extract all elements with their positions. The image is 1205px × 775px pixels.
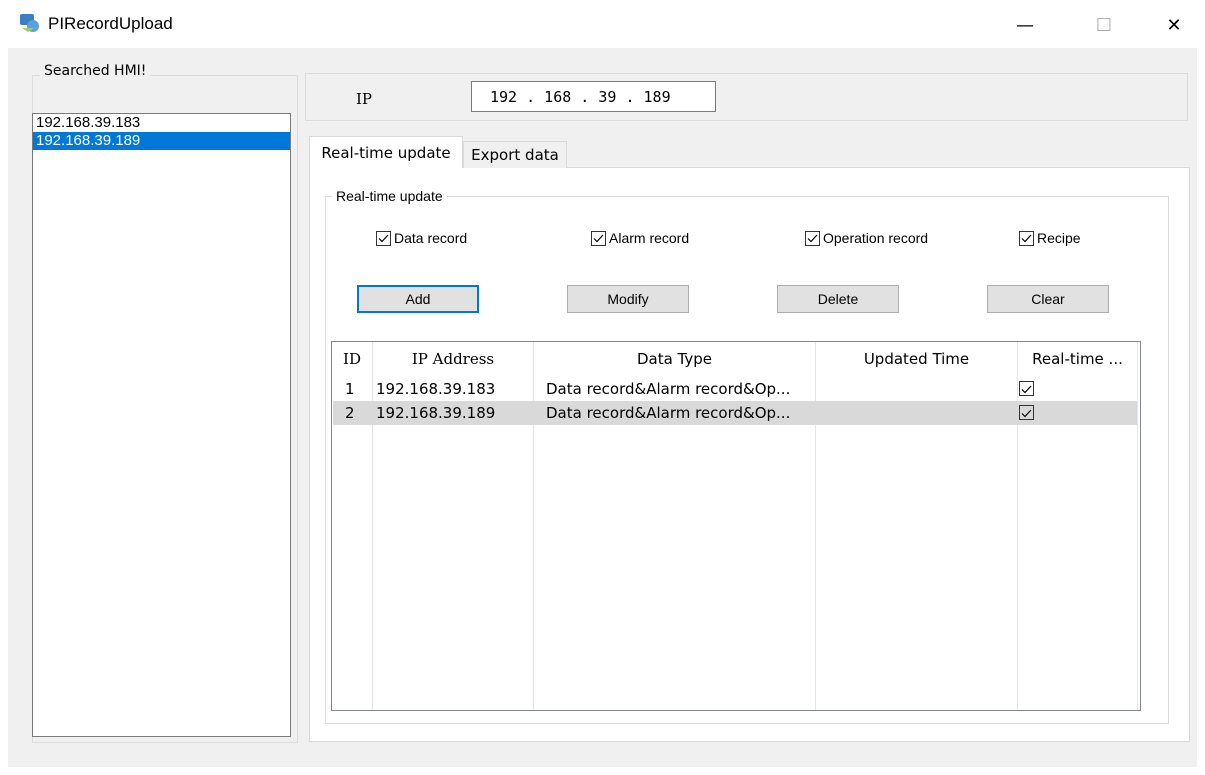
hmi-list-item[interactable]: 192.168.39.183 (33, 114, 290, 132)
data-record-label: Data record (394, 230, 468, 246)
maximize-button[interactable]: ☐ (1081, 8, 1127, 42)
close-icon: ✕ (1166, 14, 1182, 36)
real-time-update-group-label: Real-time update (332, 188, 447, 204)
header-real-time[interactable]: Real-time ... (1018, 342, 1137, 376)
checkbox-check-icon (591, 230, 606, 246)
recipe-checkbox[interactable]: Recipe (1019, 230, 1081, 246)
checkbox-check-icon (1019, 230, 1034, 246)
hmi-list-item-selected[interactable]: 192.168.39.189 (33, 132, 290, 150)
recipe-label: Recipe (1037, 230, 1081, 246)
alarm-record-checkbox[interactable]: Alarm record (591, 230, 689, 246)
header-updated-time[interactable]: Updated Time (816, 342, 1017, 376)
tab-export-data[interactable]: Export data (463, 141, 567, 168)
operation-record-label: Operation record (823, 230, 929, 246)
column-divider (1137, 342, 1138, 710)
header-ip-address[interactable]: IP Address (373, 342, 533, 376)
table-row[interactable]: 1 192.168.39.183 Data record&Alarm recor… (333, 377, 1137, 401)
ip-label: IP (356, 90, 373, 108)
operation-record-checkbox[interactable]: Operation record (805, 230, 928, 246)
alarm-record-label: Alarm record (609, 230, 690, 246)
close-button[interactable]: ✕ (1151, 8, 1197, 42)
ip-address-field[interactable]: 192 . 168 . 39 . 189 (471, 81, 716, 112)
app-icon (18, 12, 40, 34)
row-realtime-checkbox[interactable] (1019, 381, 1034, 396)
hmi-list[interactable]: 192.168.39.183 192.168.39.189 (32, 113, 291, 737)
checkbox-check-icon (805, 230, 820, 246)
row-ip: 192.168.39.189 (376, 404, 496, 422)
modify-button[interactable]: Modify (567, 285, 689, 313)
data-record-checkbox[interactable]: Data record (376, 230, 467, 246)
ip-panel (305, 73, 1188, 121)
header-id[interactable]: ID (332, 342, 372, 376)
maximize-icon: ☐ (1095, 14, 1113, 36)
title-bar: PIRecordUpload — ☐ ✕ (0, 0, 1205, 48)
row-data-type: Data record&Alarm record&Op... (546, 404, 791, 422)
delete-button[interactable]: Delete (777, 285, 899, 313)
minimize-button[interactable]: — (1002, 8, 1048, 42)
header-data-type[interactable]: Data Type (534, 342, 815, 376)
checkbox-check-icon (376, 230, 391, 246)
tab-real-time-update[interactable]: Real-time update (309, 136, 463, 168)
searched-hmi-label: Searched HMI! (40, 63, 151, 79)
clear-button[interactable]: Clear (987, 285, 1109, 313)
row-id: 2 (345, 404, 355, 422)
table-row[interactable]: 2 192.168.39.189 Data record&Alarm recor… (333, 401, 1137, 425)
window-title: PIRecordUpload (48, 14, 173, 33)
row-id: 1 (345, 380, 355, 398)
add-button[interactable]: Add (357, 285, 479, 313)
records-table[interactable]: ID IP Address Data Type Updated Time Rea… (331, 341, 1141, 711)
row-realtime-checkbox[interactable] (1019, 405, 1034, 420)
row-data-type: Data record&Alarm record&Op... (546, 380, 791, 398)
minimize-icon: — (1016, 14, 1034, 36)
row-ip: 192.168.39.183 (376, 380, 496, 398)
